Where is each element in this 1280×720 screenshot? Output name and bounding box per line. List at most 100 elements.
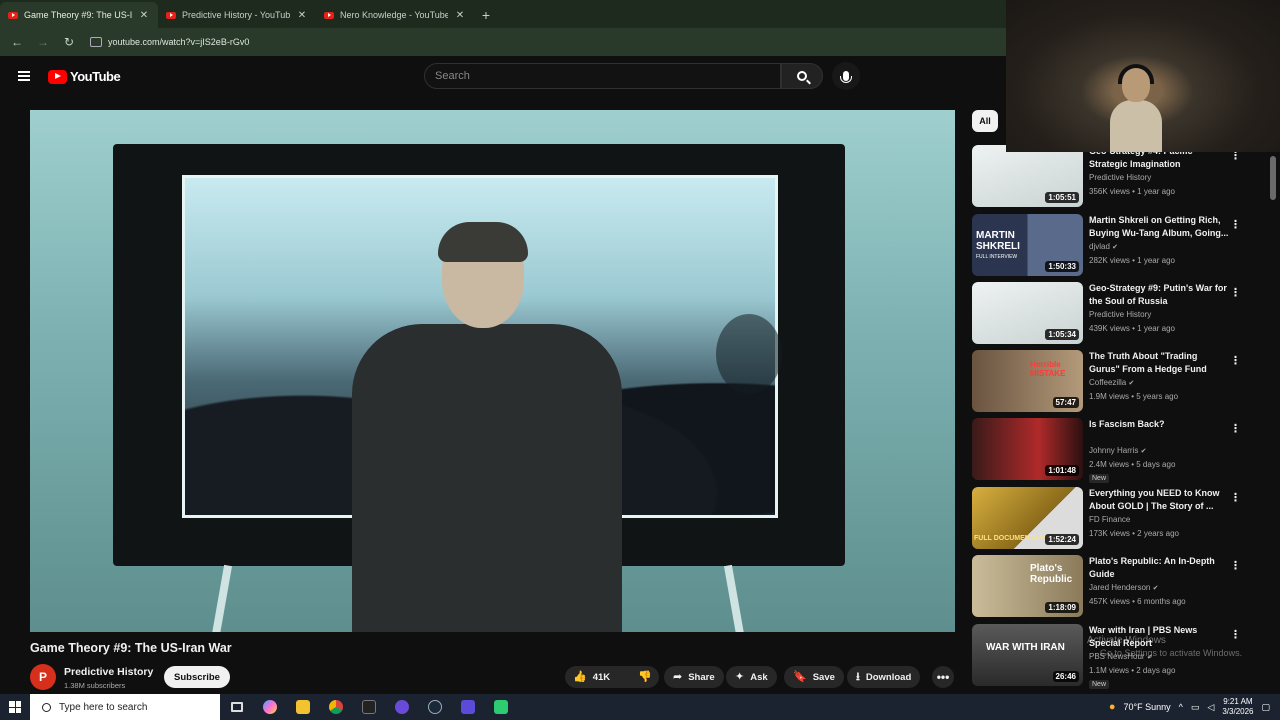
steam-icon[interactable] — [418, 694, 451, 720]
more-actions-button[interactable]: ••• — [932, 666, 954, 688]
app-icon[interactable] — [451, 694, 484, 720]
streamer-figure — [1110, 60, 1162, 152]
dislike-button[interactable]: 👎 — [630, 666, 660, 688]
more-vert-icon[interactable]: ⋮ — [1230, 559, 1241, 572]
on-screen-menu-wheel — [716, 314, 782, 394]
url-field[interactable]: youtube.com/watch?v=jIS2eB-rGv0 — [90, 31, 1000, 53]
app-green-icon[interactable] — [484, 694, 517, 720]
tv-stand-leg — [723, 564, 745, 632]
notification-icon[interactable]: ▢ — [1261, 702, 1270, 713]
duration-badge: 1:05:51 — [1045, 192, 1079, 203]
video-thumbnail[interactable]: 1:01:48 — [972, 418, 1083, 480]
list-item[interactable]: 1:05:34 Geo-Strategy #9: Putin's War for… — [972, 282, 1272, 346]
list-item[interactable]: Horrible MISTAKE 57:47 The Truth About "… — [972, 350, 1272, 414]
reload-icon[interactable]: ↻ — [58, 31, 80, 53]
thumbnail-text: FULL DOCUMENTARY — [974, 535, 1049, 542]
weather-icon: ● — [1108, 700, 1116, 713]
search-input[interactable]: Search — [424, 63, 781, 89]
video-thumbnail[interactable]: Plato's Republic 1:18:09 — [972, 555, 1083, 617]
logo-text: YouTube — [70, 69, 121, 84]
rec-channel[interactable]: FD Finance — [1089, 515, 1130, 524]
task-view-icon[interactable] — [220, 694, 253, 720]
site-info-icon[interactable] — [90, 37, 102, 47]
more-vert-icon[interactable]: ⋮ — [1230, 422, 1241, 435]
video-thumbnail[interactable]: MARTIN SHKRELI FULL INTERVIEW 1:50:33 — [972, 214, 1083, 276]
video-player[interactable] — [30, 110, 955, 632]
like-button[interactable]: 👍 41K — [565, 666, 618, 688]
clock-time: 9:21 AM — [1223, 697, 1253, 706]
voice-search-button[interactable] — [832, 62, 860, 90]
channel-name[interactable]: Predictive History — [64, 666, 153, 678]
rec-channel[interactable]: Predictive History — [1089, 310, 1151, 319]
rec-title[interactable]: Plato's Republic: An In-Depth Guide — [1089, 555, 1229, 580]
close-tab-icon[interactable]: ✕ — [138, 10, 150, 21]
tab-predictive-history[interactable]: Predictive History - YouTube ✕ — [158, 2, 316, 28]
share-arrow-icon: ➦ — [673, 670, 683, 683]
save-button[interactable]: 🔖 Save — [784, 666, 844, 688]
windows-taskbar: Type here to search ● 70°F Sunny ^ ▭ ◁ 9… — [0, 694, 1280, 720]
terminal-icon[interactable] — [352, 694, 385, 720]
webcam-overlay — [1006, 0, 1280, 152]
chrome-icon[interactable] — [319, 694, 352, 720]
share-label: Share — [688, 671, 715, 683]
subscribe-button[interactable]: Subscribe — [164, 666, 230, 688]
more-vert-icon[interactable]: ⋮ — [1230, 354, 1241, 367]
taskbar-search[interactable]: Type here to search — [30, 694, 220, 720]
more-vert-icon[interactable]: ⋮ — [1230, 286, 1241, 299]
tab-nero-knowledge[interactable]: Nero Knowledge - YouTube ✕ — [316, 2, 474, 28]
video-thumbnail[interactable]: Horrible MISTAKE 57:47 — [972, 350, 1083, 412]
list-item[interactable]: FULL DOCUMENTARY 1:52:24 Everything you … — [972, 487, 1272, 551]
tray-chevron-icon[interactable]: ^ — [1179, 702, 1183, 712]
rec-meta: 439K views • 1 year ago — [1089, 324, 1175, 333]
download-button[interactable]: ⭳ Download — [847, 666, 921, 688]
new-tab-button[interactable]: + — [474, 2, 498, 28]
share-button[interactable]: ➦ Share — [664, 666, 724, 688]
start-button[interactable] — [0, 694, 30, 720]
copilot-icon[interactable] — [253, 694, 286, 720]
video-thumbnail[interactable]: 1:05:51 — [972, 145, 1083, 207]
thumbs-up-icon: 👍 — [573, 670, 587, 683]
filter-chip-all[interactable]: All — [972, 110, 998, 132]
rec-channel[interactable]: Predictive History — [1089, 173, 1151, 182]
thumbnail-subtext: FULL INTERVIEW — [976, 254, 1018, 260]
video-thumbnail[interactable]: FULL DOCUMENTARY 1:52:24 — [972, 487, 1083, 549]
network-icon[interactable]: ▭ — [1191, 702, 1200, 713]
streamer-body — [1110, 100, 1162, 152]
more-vert-icon[interactable]: ⋮ — [1230, 218, 1241, 231]
rec-channel[interactable]: Johnny Harris ✔ — [1089, 446, 1146, 455]
rec-title[interactable]: The Truth About "Trading Gurus" From a H… — [1089, 350, 1229, 376]
volume-icon[interactable]: ◁ — [1207, 702, 1214, 713]
more-vert-icon[interactable]: ⋮ — [1230, 491, 1241, 504]
youtube-logo[interactable]: YouTube — [48, 69, 121, 84]
rec-title[interactable]: Martin Shkreli on Getting Rich, Buying W… — [1089, 214, 1229, 239]
more-vert-icon[interactable]: ⋮ — [1230, 628, 1241, 641]
close-tab-icon[interactable]: ✕ — [296, 10, 308, 21]
close-tab-icon[interactable]: ✕ — [454, 10, 466, 21]
download-icon: ⭳ — [856, 670, 860, 683]
menu-icon[interactable] — [18, 71, 30, 81]
video-thumbnail[interactable]: WAR WITH IRAN 26:46 — [972, 624, 1083, 686]
list-item[interactable]: 1:01:48 Is Fascism Back? Johnny Harris ✔… — [972, 418, 1272, 483]
activation-watermark-subtext: Go to Settings to activate Windows. — [1100, 648, 1243, 658]
rec-title[interactable]: Geo-Strategy #9: Putin's War for the Sou… — [1089, 282, 1229, 307]
obs-icon[interactable] — [385, 694, 418, 720]
rec-title[interactable]: Is Fascism Back? — [1089, 418, 1229, 431]
rec-title[interactable]: Everything you NEED to Know About GOLD |… — [1089, 487, 1229, 512]
search-button[interactable] — [781, 63, 823, 89]
rec-channel[interactable]: djvlad ✔ — [1089, 242, 1118, 251]
list-item[interactable]: 1:05:51 Geo-Strategy #4: Pacific Strateg… — [972, 145, 1272, 209]
weather-text[interactable]: 70°F Sunny — [1124, 702, 1171, 712]
forward-arrow-icon[interactable]: → — [32, 31, 54, 53]
rec-channel[interactable]: Coffeezilla ✔ — [1089, 378, 1134, 387]
clock[interactable]: 9:21 AM 3/3/2026 — [1222, 697, 1253, 717]
file-explorer-icon[interactable] — [286, 694, 319, 720]
video-thumbnail[interactable]: 1:05:34 — [972, 282, 1083, 344]
list-item[interactable]: Plato's Republic 1:18:09 Plato's Republi… — [972, 555, 1272, 619]
rec-channel[interactable]: Jared Henderson ✔ — [1089, 583, 1158, 592]
ask-button[interactable]: ✦ Ask — [726, 666, 777, 688]
tab-game-theory[interactable]: Game Theory #9: The US-Iran W ✕ — [0, 2, 158, 28]
channel-avatar[interactable]: P — [30, 664, 56, 690]
back-arrow-icon[interactable]: ← — [6, 31, 28, 53]
sidebar-scrollbar[interactable] — [1270, 156, 1276, 200]
list-item[interactable]: MARTIN SHKRELI FULL INTERVIEW 1:50:33 Ma… — [972, 214, 1272, 278]
